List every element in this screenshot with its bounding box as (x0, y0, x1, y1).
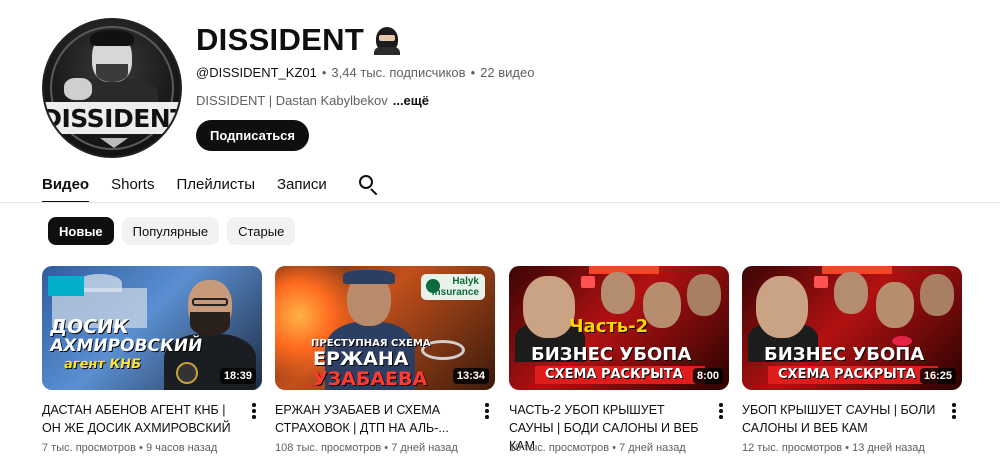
more-actions-icon[interactable] (485, 403, 489, 419)
video-views: 10 тыс. просмотров (509, 442, 610, 454)
video-card[interactable]: Часть-2 БИЗНЕС УБОПА СХЕМА РАСКРЫТА 8:00… (509, 266, 729, 454)
thumbnail-text: ЕРЖАНА (313, 348, 409, 370)
chip-popular[interactable]: Популярные (121, 217, 220, 245)
video-card[interactable]: БИЗНЕС УБОПА СХЕМА РАСКРЫТА 16:25 УБОП К… (742, 266, 962, 454)
search-icon[interactable] (357, 173, 379, 196)
video-thumbnail[interactable]: ДОСИК АХМИРОВСКИЙ агент КНБ 18:39 (42, 266, 262, 390)
channel-handle: @DISSIDENT_KZ01 (196, 65, 317, 80)
meta-separator: • (470, 65, 476, 80)
video-title[interactable]: УБОП КРЫШУЕТ САУНЫ | БОЛИ САЛОНЫ И ВЕБ К… (742, 401, 942, 437)
thumbnail-text: УЗАБАЕВА (313, 368, 428, 390)
tab-posts[interactable]: Записи (277, 168, 327, 200)
subscriber-count: 3,44 тыс. подписчиков (331, 65, 466, 80)
sort-chips: Новые Популярные Старые (48, 217, 296, 245)
chip-oldest[interactable]: Старые (227, 217, 296, 245)
channel-title-row: DISSIDENT (196, 22, 402, 58)
more-link[interactable]: ...ещё (393, 93, 429, 108)
video-thumbnail[interactable]: Часть-2 БИЗНЕС УБОПА СХЕМА РАСКРЫТА 8:00 (509, 266, 729, 390)
video-meta: 108 тыс. просмотров • 7 дней назад (275, 442, 458, 454)
video-views: 7 тыс. просмотров (42, 442, 136, 454)
video-meta: 7 тыс. просмотров • 9 часов назад (42, 442, 217, 454)
meta-separator: • (612, 442, 617, 454)
video-age: 7 дней назад (619, 442, 686, 454)
video-thumbnail[interactable]: БИЗНЕС УБОПА СХЕМА РАСКРЫТА 16:25 (742, 266, 962, 390)
video-age: 7 дней назад (391, 442, 458, 454)
lock-icon (581, 276, 595, 288)
thumbnail-text: АХМИРОВСКИЙ (48, 336, 204, 356)
thumbnail-text: БИЗНЕС УБОПА (764, 344, 925, 365)
meta-separator: • (384, 442, 389, 454)
video-views: 108 тыс. просмотров (275, 442, 382, 454)
meta-separator: • (321, 65, 327, 80)
ninja-icon (372, 25, 402, 55)
lock-icon (814, 276, 828, 288)
logo-text: Halyk (452, 276, 479, 287)
video-meta: 12 тыс. просмотров • 13 дней назад (742, 442, 925, 454)
video-title[interactable]: ЕРЖАН УЗАБАЕВ И СХЕМА СТРАХОВОК | ДТП НА… (275, 401, 475, 437)
thumbnail-text: Часть-2 (569, 316, 649, 337)
chip-newest[interactable]: Новые (48, 217, 114, 245)
avatar-chevron-icon (100, 138, 128, 148)
channel-title: DISSIDENT (196, 22, 365, 57)
video-age: 9 часов назад (145, 442, 218, 454)
channel-meta: @DISSIDENT_KZ01 • 3,44 тыс. подписчиков … (196, 65, 534, 80)
tab-videos[interactable]: Видео (42, 168, 90, 203)
insurance-logo: Halyk Insurance (421, 274, 485, 300)
video-card[interactable]: Halyk Insurance ПРЕСТУПНАЯ СХЕМА ЕРЖАНА … (275, 266, 495, 454)
avatar-figure-hair (90, 30, 134, 46)
more-actions-icon[interactable] (719, 403, 723, 419)
channel-tabs: Видео Shorts Плейлисты Записи (42, 168, 379, 203)
avatar-logo-text: DISSIDENT (44, 102, 180, 134)
thumbnail-text: агент КНБ (62, 357, 142, 372)
avatar-pointing-hand (64, 78, 92, 100)
avatar-figure-beard (96, 64, 128, 82)
thumbnail-text: СХЕМА РАСКРЫТА (545, 367, 683, 382)
description-text: DISSIDENT | Dastan Kabylbekov (196, 93, 388, 108)
tabs-divider (0, 202, 1000, 203)
thumbnail-text: БИЗНЕС УБОПА (531, 344, 692, 365)
channel-avatar[interactable]: DISSIDENT (42, 18, 182, 158)
more-actions-icon[interactable] (252, 403, 256, 419)
subscribe-button[interactable]: Подписаться (196, 120, 310, 151)
meta-separator: • (139, 442, 143, 454)
video-age: 13 дней назад (852, 442, 925, 454)
video-meta: 10 тыс. просмотров • 7 дней назад (509, 442, 686, 454)
thumbnail-text: СХЕМА РАСКРЫТА (778, 367, 916, 382)
video-views: 12 тыс. просмотров (742, 442, 843, 454)
badge-icon (176, 362, 198, 384)
channel-description[interactable]: DISSIDENT | Dastan Kabylbekov ...ещё (196, 93, 429, 108)
video-duration: 16:25 (919, 368, 956, 384)
video-duration: 8:00 (692, 368, 723, 384)
video-count: 22 видео (480, 65, 535, 80)
tab-playlists[interactable]: Плейлисты (176, 168, 255, 200)
more-actions-icon[interactable] (952, 403, 956, 419)
video-duration: 18:39 (219, 368, 256, 384)
tab-shorts[interactable]: Shorts (111, 168, 154, 200)
video-thumbnail[interactable]: Halyk Insurance ПРЕСТУПНАЯ СХЕМА ЕРЖАНА … (275, 266, 495, 390)
thumbnail-text: ДОСИК (48, 316, 131, 338)
video-card[interactable]: ДОСИК АХМИРОВСКИЙ агент КНБ 18:39 ДАСТАН… (42, 266, 262, 454)
meta-separator: • (845, 442, 850, 454)
video-duration: 13:34 (452, 368, 489, 384)
video-title[interactable]: ДАСТАН АБЕНОВ АГЕНТ КНБ | ОН ЖЕ ДОСИК АХ… (42, 401, 242, 437)
